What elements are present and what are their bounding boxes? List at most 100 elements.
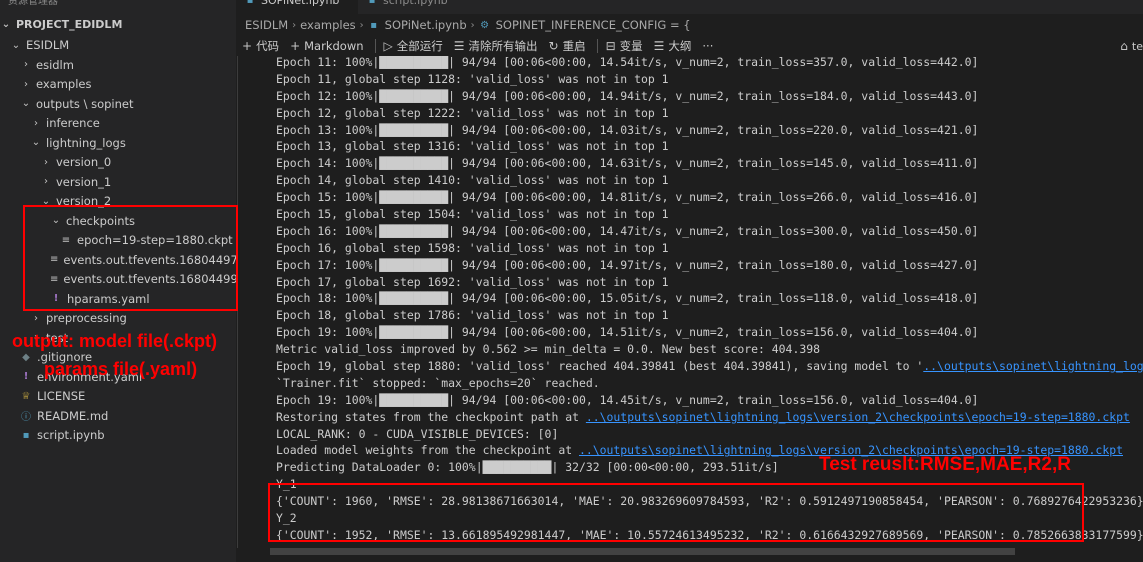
notebook-icon: ▪ (22, 429, 30, 441)
chevron-down-icon: ⌄ (31, 137, 41, 149)
run-all-button[interactable]: ▷ 全部运行 (384, 38, 443, 54)
tree-item-label: esidlm (36, 57, 74, 72)
chevron-right-icon: › (292, 19, 297, 31)
tree-item[interactable]: › examples (0, 75, 236, 95)
chevron-right-icon: › (359, 19, 364, 31)
kernel-picker[interactable]: ⌂ te (1120, 36, 1143, 56)
tree-item-label: README.md (37, 408, 109, 423)
output-line: Epoch 11: 100%|██████████| 94/94 [00:06<… (276, 56, 979, 69)
output-line: LOCAL_RANK: 0 - CUDA_VISIBLE_DEVICES: [0… (276, 426, 559, 441)
chevron-right-icon: › (470, 19, 475, 31)
horizontal-scrollbar[interactable] (270, 548, 1015, 555)
tree-item-label: version_0 (56, 155, 112, 170)
outline-button[interactable]: ☰ 大纲 (654, 38, 692, 54)
output-line: Epoch 13: 100%|██████████| 94/94 [00:06<… (276, 122, 979, 137)
license-icon: ♕ (21, 390, 31, 402)
markdown-file-icon: ⓘ (21, 412, 31, 424)
tab-label: script.ipynb (383, 0, 448, 7)
tree-item-label: examples (36, 77, 92, 92)
toolbar-divider (374, 39, 376, 53)
results-highlight-box (268, 483, 1084, 542)
project-header[interactable]: ⌄ PROJECT_EDIDLM (0, 14, 236, 34)
tab-script-notebook[interactable]: ▪ script.ipynb (358, 0, 468, 14)
variables-icon: ⊟ (605, 39, 616, 53)
notebook-icon: ▪ (246, 0, 254, 6)
output-line: Epoch 12, global step 1222: 'valid_loss'… (276, 105, 669, 120)
output-line: Epoch 18, global step 1786: 'valid_loss'… (276, 308, 669, 323)
tab-label: SOPiNet.ipynb (261, 0, 340, 7)
play-icon: ▷ (383, 39, 393, 53)
output-model-annotation: output: model file(.ckpt) (12, 331, 217, 351)
chevron-right-icon: › (34, 117, 38, 129)
more-actions-button[interactable]: ··· (702, 39, 713, 53)
chevron-down-icon: ⌄ (1, 18, 11, 30)
gitignore-icon: ◆ (22, 351, 30, 363)
chevron-right-icon: › (24, 78, 28, 90)
output-line: Epoch 14: 100%|██████████| 94/94 [00:06<… (276, 156, 979, 171)
breadcrumb-symbol[interactable]: SOPINET_INFERENCE_CONFIG = { (496, 18, 691, 32)
tab-bar: ▪ SOPiNet.ipynb ▪ script.ipynb (236, 0, 1143, 14)
tree-item[interactable]: ▪ script.ipynb (0, 426, 236, 446)
notebook-icon: ▪ (370, 19, 378, 31)
add-markdown-button[interactable]: + Markdown (290, 39, 363, 53)
tree-item[interactable]: ⓘ README.md (0, 406, 236, 426)
outline-icon: ☰ (653, 39, 665, 53)
chevron-down-icon: ⌄ (11, 39, 21, 51)
breadcrumb-notebook[interactable]: SOPiNet.ipynb (385, 18, 467, 32)
checkpoint-path-link[interactable]: ..\outputs\sopinet\lightning_logs\ver (923, 359, 1143, 373)
kernel-icon: ⌂ (1120, 39, 1128, 53)
kernel-label: te (1131, 39, 1143, 53)
tree-item-label: outputs \ sopinet (36, 96, 134, 111)
clear-all-icon: ☰ (453, 39, 465, 53)
output-line: Epoch 15, global step 1504: 'valid_loss'… (276, 207, 669, 222)
checkpoint-path-link[interactable]: ..\outputs\sopinet\lightning_logs\versio… (586, 410, 1130, 424)
tree-item-label: LICENSE (37, 389, 86, 404)
breadcrumb: ESIDLM › examples › ▪ SOPiNet.ipynb › ⚙ … (236, 14, 1143, 36)
plus-icon: + (290, 39, 301, 53)
breadcrumb-esidlm[interactable]: ESIDLM (245, 18, 288, 32)
chevron-right-icon: › (24, 59, 28, 71)
variable-icon: ⚙ (480, 19, 490, 31)
chevron-right-icon: › (44, 156, 48, 168)
chevron-right-icon: › (34, 312, 38, 324)
output-line: `Trainer.fit` stopped: `max_epochs=20` r… (276, 375, 600, 390)
project-title: PROJECT_EDIDLM (16, 17, 123, 31)
tree-item-label: lightning_logs (46, 135, 126, 150)
output-line: Epoch 15: 100%|██████████| 94/94 [00:06<… (276, 190, 979, 205)
plus-icon: + (242, 39, 253, 53)
output-line: Metric valid_loss improved by 0.562 >= m… (276, 342, 820, 357)
yaml-file-icon: ! (23, 371, 29, 383)
tree-item[interactable]: › inference (0, 114, 236, 134)
variables-button[interactable]: ⊟ 变量 (606, 38, 643, 54)
tree-item[interactable]: › version_0 (0, 153, 236, 173)
tree-item-label: inference (46, 116, 100, 131)
chevron-down-icon: ⌄ (21, 98, 31, 110)
restart-button[interactable]: ↻ 重启 (549, 38, 586, 54)
tree-item[interactable]: ⌄ outputs \ sopinet (0, 94, 236, 114)
output-line: Epoch 17: 100%|██████████| 94/94 [00:06<… (276, 257, 979, 272)
tree-item-label: preprocessing (46, 311, 127, 326)
restart-icon: ↻ (548, 39, 559, 53)
output-line: Epoch 12: 100%|██████████| 94/94 [00:06<… (276, 88, 979, 103)
output-line: Epoch 17, global step 1692: 'valid_loss'… (276, 274, 669, 289)
tab-sopinet-notebook[interactable]: ▪ SOPiNet.ipynb (236, 0, 358, 14)
tree-item[interactable]: ♕ LICENSE (0, 387, 236, 407)
output-line: Epoch 19: 100%|██████████| 94/94 [00:06<… (276, 392, 979, 407)
params-file-annotation: params file(.yaml) (44, 359, 198, 379)
clear-outputs-button[interactable]: ☰ 清除所有输出 (454, 38, 538, 54)
tree-item[interactable]: ⌄ lightning_logs (0, 133, 236, 153)
tree-item-label: script.ipynb (37, 428, 105, 443)
tree-item[interactable]: › esidlm (0, 55, 236, 75)
output-line: Epoch 16, global step 1598: 'valid_loss'… (276, 240, 669, 255)
output-line: Epoch 19, global step 1880: 'valid_loss'… (276, 358, 1143, 375)
add-code-button[interactable]: + 代码 (242, 38, 279, 54)
toolbar-divider (596, 39, 598, 53)
breadcrumb-examples[interactable]: examples (300, 18, 356, 32)
tree-item[interactable]: › version_1 (0, 172, 236, 192)
output-line: Epoch 18: 100%|██████████| 94/94 [00:06<… (276, 291, 979, 306)
tree-item[interactable]: › preprocessing (0, 309, 236, 329)
output-line: Epoch 14, global step 1410: 'valid_loss'… (276, 173, 669, 188)
output-line: Epoch 19: 100%|██████████| 94/94 [00:06<… (276, 325, 979, 340)
tree-item[interactable]: ⌄ ESIDLM (0, 36, 236, 56)
notebook-icon: ▪ (368, 0, 376, 6)
